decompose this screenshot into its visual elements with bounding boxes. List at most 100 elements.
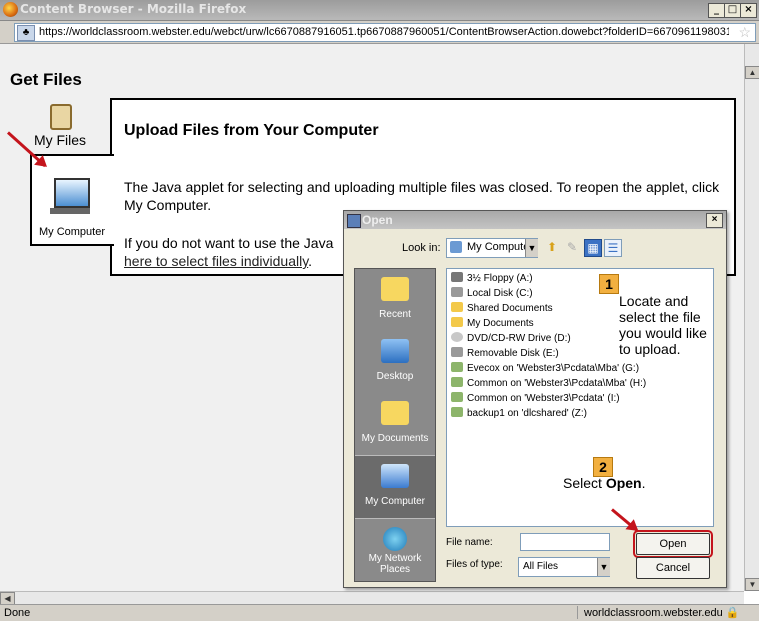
list-view-icon[interactable]: ▦ [584, 239, 602, 257]
maximize-button[interactable]: □ [724, 3, 741, 18]
applet-closed-message: The Java applet for selecting and upload… [124, 179, 720, 213]
address-bar: ♣ https://worldclassroom.webster.edu/web… [0, 21, 759, 44]
file-item-label: Local Disk (C:) [467, 288, 533, 299]
files-of-type-value: All Files [523, 561, 559, 572]
place-desktop-label: Desktop [376, 371, 414, 382]
tab-my-computer-label: My Computer [38, 226, 106, 238]
upload-panel-title: Upload Files from Your Computer [124, 122, 379, 139]
individual-upload-message: If you do not want to use the Java here … [124, 234, 374, 270]
network-drive-icon [451, 392, 463, 402]
cancel-button[interactable]: Cancel [636, 557, 710, 579]
place-my-computer[interactable]: My Computer [355, 455, 435, 519]
list-item[interactable]: Common on 'Webster3\Pcdata' (I:) [451, 392, 620, 407]
individual-upload-suffix: . [308, 253, 313, 269]
status-host-text: worldclassroom.webster.edu [584, 607, 723, 619]
up-folder-icon[interactable]: ⬆ [544, 239, 560, 255]
file-item-label: DVD/CD-RW Drive (D:) [467, 333, 571, 344]
place-recent-label: Recent [379, 309, 411, 320]
look-in-value: My Computer [467, 241, 534, 253]
file-list: 3½ Floppy (A:) Local Disk (C:) Shared Do… [446, 268, 714, 527]
dialog-titlebar: Open × [344, 211, 726, 229]
list-item[interactable]: Shared Documents [451, 302, 553, 317]
lock-icon: 🔒 [725, 607, 740, 619]
file-item-label: Common on 'Webster3\Pcdata' (I:) [467, 393, 620, 404]
select-files-individually-link[interactable]: here to select files individually [124, 253, 308, 269]
file-item-label: Evecox on 'Webster3\Pcdata\Mba' (G:) [467, 363, 640, 374]
list-item[interactable]: Removable Disk (E:) [451, 347, 559, 362]
close-window-button[interactable]: × [740, 3, 757, 18]
cd-drive-icon [451, 332, 463, 342]
horizontal-scrollbar[interactable]: ◀ [0, 591, 744, 605]
desktop-icon [381, 339, 409, 363]
keyboard-icon [50, 208, 90, 214]
look-in-dropdown[interactable]: My Computer ▼ [446, 238, 538, 258]
open-file-dialog: Open × Look in: My Computer ▼ ⬆ ✎ ▦ ☰ Re… [343, 210, 727, 588]
chevron-down-icon[interactable]: ▼ [525, 239, 538, 257]
file-item-label: backup1 on 'dlcshared' (Z:) [467, 408, 587, 419]
list-item[interactable]: My Documents [451, 317, 534, 332]
list-item[interactable]: Local Disk (C:) [451, 287, 533, 302]
place-recent[interactable]: Recent [355, 269, 435, 331]
folder-icon [451, 317, 463, 327]
window-title: Content Browser - Mozilla Firefox [20, 2, 247, 16]
file-name-label: File name: [446, 537, 493, 548]
network-globe-icon [383, 527, 407, 551]
vertical-scrollbar[interactable]: ▲ ▼ [744, 44, 759, 591]
file-name-input[interactable] [520, 533, 610, 551]
step-1-badge: 1 [599, 274, 619, 294]
list-item[interactable]: Common on 'Webster3\Pcdata\Mba' (H:) [451, 377, 646, 392]
scroll-down-button[interactable]: ▼ [745, 578, 759, 591]
place-desktop[interactable]: Desktop [355, 331, 435, 393]
documents-folder-icon [381, 401, 409, 425]
step-2-callout: Select Open. [563, 475, 645, 491]
places-bar: Recent Desktop My Documents My Computer … [354, 268, 436, 582]
place-my-network-places[interactable]: My Network Places [355, 519, 435, 581]
dialog-close-button[interactable]: × [706, 213, 723, 228]
list-item[interactable]: Evecox on 'Webster3\Pcdata\Mba' (G:) [451, 362, 639, 377]
new-folder-icon[interactable]: ✎ [564, 239, 580, 255]
computer-icon [54, 178, 90, 208]
step-2-suffix: . [641, 475, 646, 491]
scroll-up-button[interactable]: ▲ [745, 66, 759, 79]
bookmark-star-icon[interactable]: ☆ [738, 24, 751, 41]
files-of-type-label: Files of type: [446, 559, 503, 570]
step-1-callout: Locate and select the file you would lik… [619, 293, 707, 357]
my-computer-icon [381, 464, 409, 488]
step-2-prefix: Select [563, 475, 606, 491]
removable-disk-icon [451, 347, 463, 357]
place-my-network-places-label: My Network Places [368, 553, 422, 575]
site-identity-icon[interactable]: ♣ [17, 25, 35, 41]
place-my-documents[interactable]: My Documents [355, 393, 435, 455]
file-item-label: Common on 'Webster3\Pcdata\Mba' (H:) [467, 378, 647, 389]
look-in-label: Look in: [402, 242, 441, 254]
java-icon [347, 214, 361, 228]
network-drive-icon [451, 362, 463, 372]
url-field[interactable]: ♣ https://worldclassroom.webster.edu/web… [14, 23, 756, 42]
dialog-title: Open [362, 213, 393, 227]
individual-upload-prefix: If you do not want to use the Java [124, 235, 334, 251]
place-my-computer-label: My Computer [364, 496, 425, 507]
status-host: worldclassroom.webster.edu 🔒 [577, 606, 754, 619]
my-computer-small-icon [450, 241, 462, 253]
list-item[interactable]: backup1 on 'dlcshared' (Z:) [451, 407, 587, 422]
folder-lock-icon [50, 104, 72, 130]
file-item-label: 3½ Floppy (A:) [467, 273, 533, 284]
firefox-icon [3, 2, 18, 17]
step-2-badge: 2 [593, 457, 613, 477]
network-drive-icon [451, 377, 463, 387]
window-titlebar: Content Browser - Mozilla Firefox _ □ × [0, 0, 759, 21]
recent-folder-icon [381, 277, 409, 301]
list-item[interactable]: 3½ Floppy (A:) [451, 272, 533, 287]
chevron-down-icon[interactable]: ▼ [597, 558, 610, 576]
details-view-icon[interactable]: ☰ [604, 239, 622, 257]
url-text[interactable]: https://worldclassroom.webster.edu/webct… [39, 26, 729, 38]
minimize-button[interactable]: _ [708, 3, 725, 18]
floppy-icon [451, 272, 463, 282]
status-text: Done [4, 607, 31, 619]
open-button[interactable]: Open [633, 530, 713, 558]
files-of-type-dropdown[interactable]: All Files ▼ [518, 557, 610, 577]
place-my-documents-label: My Documents [361, 433, 429, 444]
file-item-label: Removable Disk (E:) [467, 348, 559, 359]
list-item[interactable]: DVD/CD-RW Drive (D:) [451, 332, 571, 347]
page-title: Get Files [10, 70, 82, 89]
